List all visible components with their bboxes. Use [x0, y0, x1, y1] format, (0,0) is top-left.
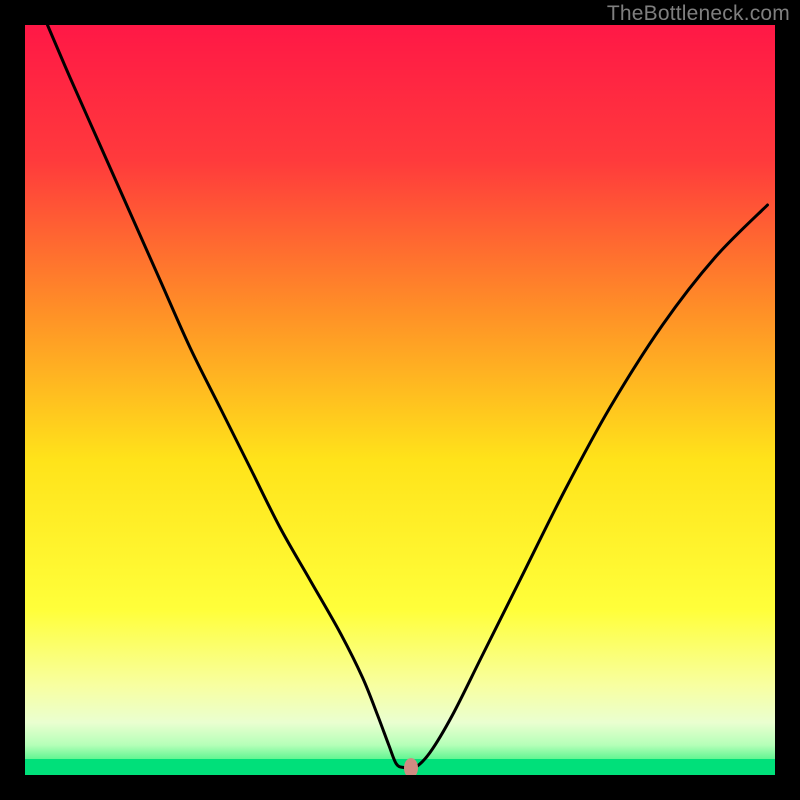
optimal-point-marker	[404, 758, 418, 776]
bottleneck-curve	[48, 25, 768, 769]
curve-layer	[25, 25, 775, 775]
attribution-label: TheBottleneck.com	[607, 2, 790, 26]
plot-area	[25, 25, 775, 775]
chart-frame: TheBottleneck.com	[0, 0, 800, 800]
